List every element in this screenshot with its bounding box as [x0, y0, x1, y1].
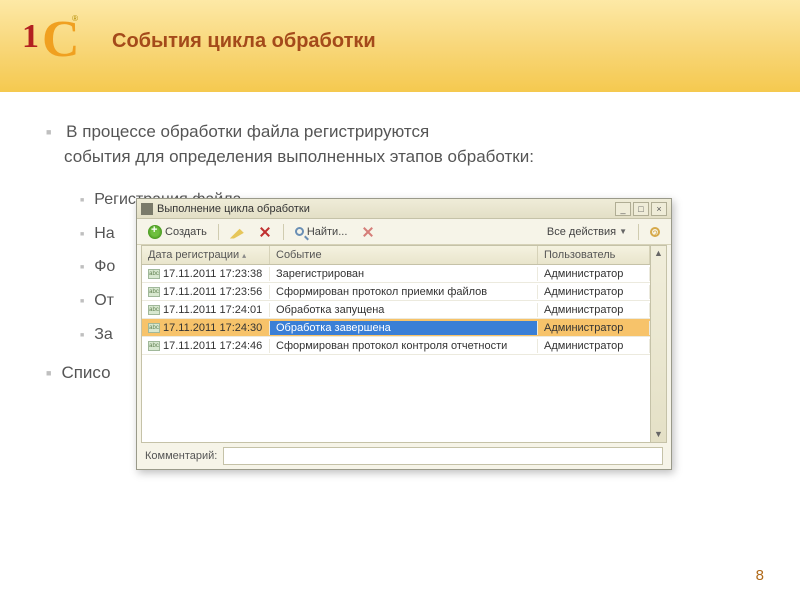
table-row[interactable]: abc17.11.2011 17:23:38 Зарегистрирован А…: [142, 265, 650, 283]
vertical-scrollbar[interactable]: ▲ ▼: [650, 246, 666, 442]
logo-1-digit: 1: [22, 18, 39, 56]
edit-button[interactable]: [225, 223, 249, 241]
logo-registered-icon: ®: [72, 14, 78, 23]
scroll-down-icon[interactable]: ▼: [651, 427, 666, 442]
column-header-event[interactable]: Событие: [270, 246, 538, 264]
search-icon: [295, 227, 304, 236]
table-row[interactable]: abc17.11.2011 17:24:46 Сформирован прото…: [142, 337, 650, 355]
help-icon: ?: [650, 227, 660, 237]
row-icon: abc: [148, 341, 160, 351]
table-row-selected[interactable]: abc17.11.2011 17:24:30 Обработка заверше…: [142, 319, 650, 337]
delete-icon: [258, 225, 272, 239]
slide-title: События цикла обработки: [112, 30, 376, 53]
minimize-button[interactable]: _: [615, 202, 631, 216]
table-row[interactable]: abc17.11.2011 17:24:01 Обработка запущен…: [142, 301, 650, 319]
comment-input[interactable]: [223, 447, 663, 465]
delete-button[interactable]: [253, 223, 277, 241]
row-icon: abc: [148, 323, 160, 333]
help-button[interactable]: ?: [645, 225, 665, 239]
row-icon: abc: [148, 287, 160, 297]
chevron-down-icon: ▼: [619, 227, 627, 236]
dialog-titlebar[interactable]: Выполнение цикла обработки _ □ ×: [137, 199, 671, 219]
page-number: 8: [756, 567, 764, 584]
dialog-bottom-bar: Комментарий:: [137, 443, 671, 469]
toolbar-separator: [283, 224, 284, 240]
dialog-toolbar: Создать Найти... Все действия ▼ ?: [137, 219, 671, 245]
toolbar-separator: [638, 224, 639, 240]
table-row[interactable]: abc17.11.2011 17:23:56 Сформирован прото…: [142, 283, 650, 301]
all-actions-button[interactable]: Все действия ▼: [542, 224, 632, 240]
row-icon: abc: [148, 305, 160, 315]
plus-icon: [148, 225, 162, 239]
clear-find-button[interactable]: [356, 223, 380, 241]
intro-text: В процессе обработки файла регистрируютс…: [46, 120, 754, 169]
dialog-title: Выполнение цикла обработки: [157, 203, 613, 215]
scroll-up-icon[interactable]: ▲: [651, 246, 666, 261]
table-body: abc17.11.2011 17:23:38 Зарегистрирован А…: [142, 265, 650, 355]
comment-label: Комментарий:: [145, 450, 217, 462]
column-header-user[interactable]: Пользователь: [538, 246, 650, 264]
logo-1c: C 1 ®: [22, 14, 74, 66]
sort-asc-icon: ▴: [242, 251, 246, 260]
find-button[interactable]: Найти...: [290, 224, 353, 240]
clear-icon: [361, 225, 375, 239]
maximize-button[interactable]: □: [633, 202, 649, 216]
row-icon: abc: [148, 269, 160, 279]
table-header: Дата регистрации ▴ Событие Пользователь: [142, 246, 650, 265]
events-table-area: Дата регистрации ▴ Событие Пользователь …: [141, 245, 667, 443]
column-header-date[interactable]: Дата регистрации ▴: [142, 246, 270, 264]
slide-header: C 1 ® События цикла обработки: [0, 0, 800, 92]
edit-icon: [230, 225, 244, 239]
create-button[interactable]: Создать: [143, 223, 212, 241]
toolbar-separator: [218, 224, 219, 240]
window-icon: [141, 203, 153, 215]
events-dialog: Выполнение цикла обработки _ □ × Создать…: [136, 198, 672, 470]
events-table: Дата регистрации ▴ Событие Пользователь …: [142, 246, 650, 442]
close-button[interactable]: ×: [651, 202, 667, 216]
